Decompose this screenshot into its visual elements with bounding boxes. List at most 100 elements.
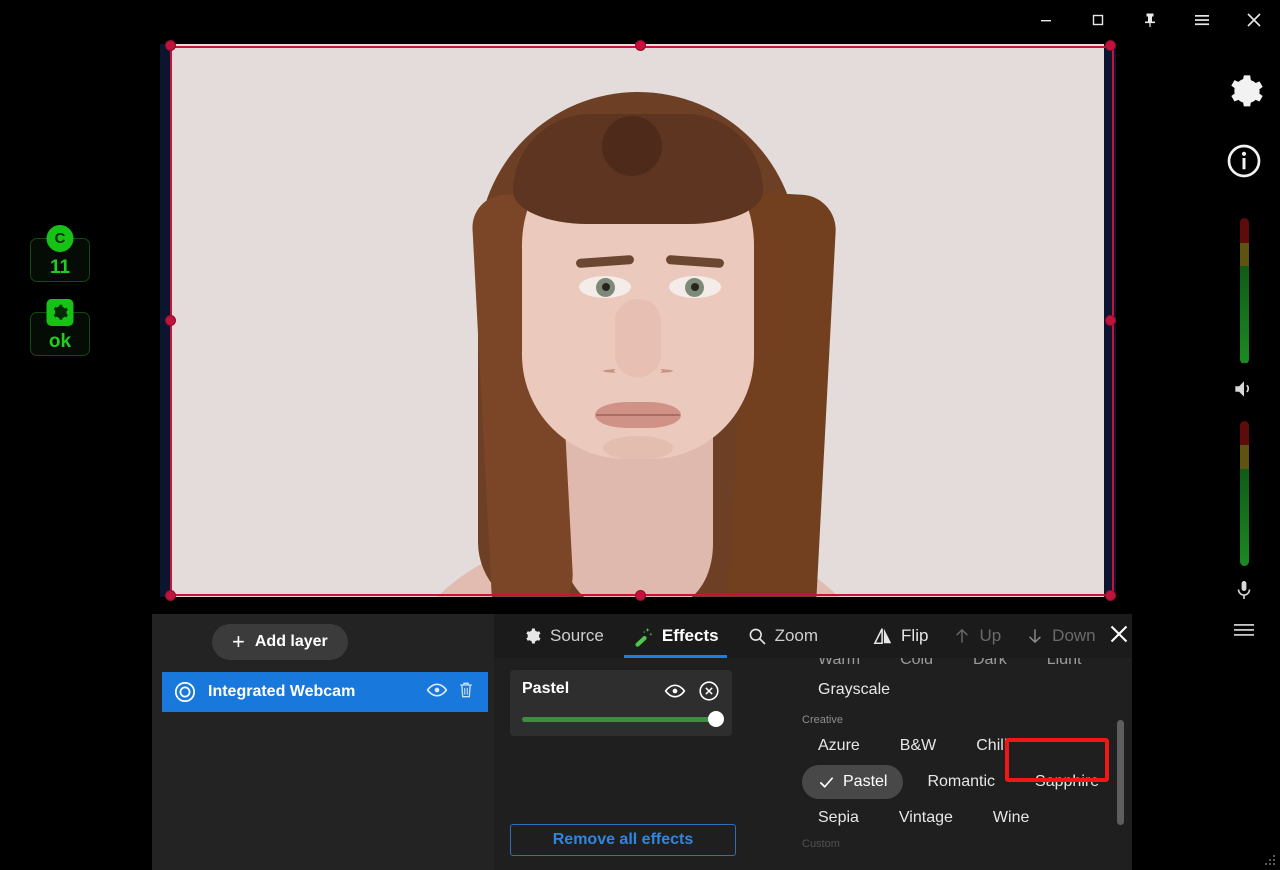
overlay-badges: C 11 ok: [30, 225, 90, 386]
layer-visibility-toggle[interactable]: [426, 679, 448, 706]
menu-button[interactable]: [1176, 0, 1228, 40]
arrow-up-icon: [956, 628, 969, 643]
rail-menu-button[interactable]: [1232, 621, 1256, 644]
hamburger-menu-icon: [1195, 15, 1209, 26]
bottom-panel: + Add layer Integrated Webcam Source Eff…: [152, 614, 1132, 870]
resize-handle-bottom-right[interactable]: [1105, 590, 1116, 601]
pin-button[interactable]: [1124, 0, 1176, 40]
effect-chip-sapphire[interactable]: Sapphire: [1019, 765, 1115, 799]
effect-chip-romantic[interactable]: Romantic: [911, 765, 1011, 799]
add-layer-button[interactable]: + Add layer: [212, 624, 348, 660]
effect-chip-pastel-label: Pastel: [843, 773, 888, 790]
subject-lip-line: [596, 414, 680, 416]
move-down-label: Down: [1052, 626, 1096, 645]
resize-handle-bottom-left[interactable]: [165, 590, 176, 601]
title-bar: [0, 0, 1280, 40]
effect-chip-cold[interactable]: Cold: [884, 658, 949, 664]
circle-x-icon: [699, 681, 719, 701]
effects-category-creative: Creative: [802, 714, 843, 726]
maximize-button[interactable]: [1072, 0, 1124, 40]
effect-intensity-slider[interactable]: [522, 711, 724, 727]
arrow-down-icon: [1029, 629, 1042, 644]
app-window: C 11 ok + Add layer Integrated Webcam So…: [0, 0, 1280, 870]
microphone-button[interactable]: [1232, 578, 1256, 607]
speaker-icon: [1235, 380, 1250, 397]
effects-scrollbar[interactable]: [1117, 720, 1124, 870]
minimize-icon: [1041, 20, 1051, 22]
resize-handle-top-left[interactable]: [165, 40, 176, 51]
effect-chip-warm[interactable]: Warm: [802, 658, 876, 664]
tab-source-label: Source: [550, 626, 604, 645]
effect-visibility-toggle[interactable]: [664, 680, 686, 707]
camera-source-icon: [174, 681, 196, 703]
active-effect-card: Pastel: [510, 670, 732, 736]
flip-icon: [873, 628, 892, 645]
settings-button[interactable]: [1224, 72, 1264, 117]
magic-wand-icon: [635, 627, 653, 647]
remove-all-effects-button[interactable]: Remove all effects: [510, 824, 736, 856]
tab-effects-label: Effects: [661, 626, 719, 645]
effect-chip-grayscale[interactable]: Grayscale: [802, 673, 906, 707]
layer-delete-button[interactable]: [456, 680, 476, 705]
move-down-button[interactable]: Down: [1013, 614, 1107, 658]
active-effect-title: Pastel: [522, 680, 570, 697]
tab-source[interactable]: Source: [508, 614, 618, 658]
trash-icon: [460, 682, 472, 697]
add-layer-label: Add layer: [254, 633, 328, 650]
layer-name-label: Integrated Webcam: [208, 683, 356, 700]
gear-icon: [526, 628, 541, 644]
effects-group-creative: Azure B&W Chill Pastel Romantic Sapphire…: [798, 728, 1132, 836]
effect-chip-dark[interactable]: Dark: [957, 658, 1023, 664]
webcam-video: [172, 44, 1104, 597]
effect-chip-bw[interactable]: B&W: [884, 729, 952, 763]
close-icon: [1247, 13, 1261, 27]
resize-handle-middle-right[interactable]: [1105, 315, 1116, 326]
subject-hair-part: [602, 116, 662, 176]
close-panel-button[interactable]: [1108, 623, 1130, 650]
tab-zoom[interactable]: Zoom: [733, 614, 832, 658]
move-up-button[interactable]: Up: [940, 614, 1013, 658]
info-button[interactable]: [1226, 143, 1262, 184]
resize-handle-bottom-center[interactable]: [635, 590, 646, 601]
speaker-level-meter: [1239, 218, 1249, 364]
effect-chip-pastel[interactable]: Pastel: [802, 765, 904, 799]
effects-group-basic: Grayscale: [798, 672, 1132, 708]
eye-icon: [426, 682, 448, 697]
speaker-button[interactable]: [1231, 376, 1257, 407]
effect-remove-button[interactable]: [698, 680, 720, 707]
effects-scrollbar-thumb[interactable]: [1117, 720, 1124, 825]
effect-chip-wine[interactable]: Wine: [977, 801, 1045, 835]
slider-knob[interactable]: [708, 711, 724, 727]
effect-chip-light[interactable]: Light: [1031, 658, 1098, 664]
pin-icon: [1145, 13, 1155, 27]
eye-icon: [664, 684, 686, 698]
overlay-badge-status[interactable]: ok: [30, 299, 90, 356]
resize-handle-middle-left[interactable]: [165, 315, 176, 326]
overlay-badge-status-value: ok: [48, 331, 72, 352]
microphone-level-meter: [1239, 420, 1249, 566]
window-resize-grip[interactable]: [1263, 853, 1277, 867]
effect-chip-chill[interactable]: Chill: [960, 729, 1023, 763]
flip-button[interactable]: Flip: [860, 614, 940, 658]
minimize-button[interactable]: [1020, 0, 1072, 40]
effects-category-custom: Custom: [802, 838, 840, 850]
effect-chip-sepia[interactable]: Sepia: [802, 801, 875, 835]
subject-chin: [603, 436, 673, 460]
close-icon: [1110, 625, 1127, 642]
gear-icon: [46, 299, 74, 326]
effect-chip-vintage[interactable]: Vintage: [883, 801, 969, 835]
move-up-label: Up: [979, 626, 1002, 645]
resize-handle-top-right[interactable]: [1105, 40, 1116, 51]
overlay-badge-counter-value: 11: [49, 257, 71, 278]
close-button[interactable]: [1228, 0, 1280, 40]
slider-track: [522, 717, 720, 722]
video-preview-stage[interactable]: [160, 40, 1116, 601]
tab-effects[interactable]: Effects: [618, 614, 733, 658]
overlay-badge-counter[interactable]: C 11: [30, 225, 90, 282]
layers-panel: + Add layer Integrated Webcam: [152, 614, 494, 870]
resize-handle-top-center[interactable]: [635, 40, 646, 51]
layer-row-integrated-webcam[interactable]: Integrated Webcam: [162, 672, 488, 712]
tab-zoom-label: Zoom: [774, 626, 819, 645]
effect-chip-azure[interactable]: Azure: [802, 729, 876, 763]
check-icon: [819, 776, 834, 788]
